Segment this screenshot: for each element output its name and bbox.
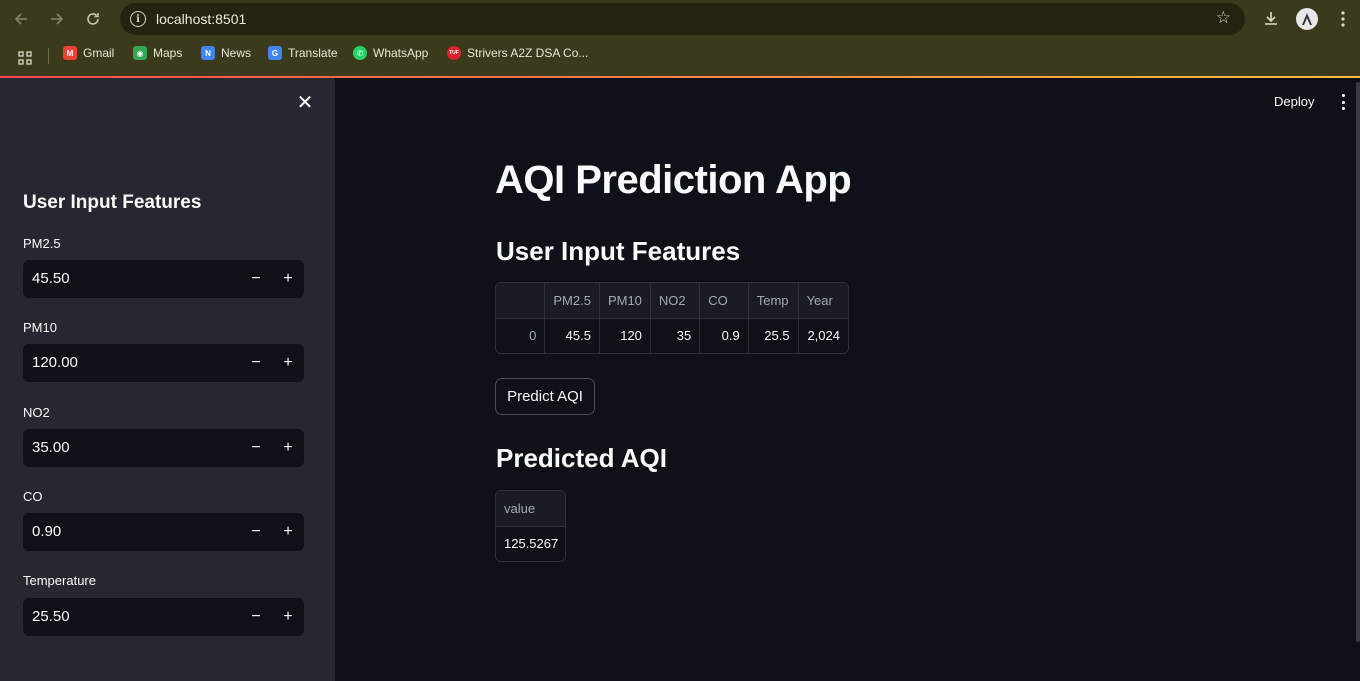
co-value[interactable]: 0.90: [32, 523, 61, 540]
main-menu-icon[interactable]: [1339, 94, 1347, 110]
table-row: 125.5267: [496, 526, 565, 561]
maps-icon: ◉: [133, 46, 147, 60]
table-row: 0 45.5 120 35 0.9 25.5 2,024: [496, 318, 848, 353]
column-header[interactable]: NO2: [650, 283, 701, 319]
no2-increment-button[interactable]: +: [274, 435, 302, 461]
row-index-cell[interactable]: 0: [496, 318, 546, 353]
gmail-icon: M: [63, 46, 77, 60]
site-info-icon[interactable]: i: [130, 11, 146, 27]
bookmark-label: News: [221, 46, 252, 60]
pm25-increment-button[interactable]: +: [274, 266, 302, 292]
pm10-increment-button[interactable]: +: [274, 350, 302, 376]
bookmark-whatsapp[interactable]: ✆ WhatsApp: [353, 46, 428, 60]
table-cell[interactable]: 0.9: [699, 318, 749, 353]
table-cell[interactable]: 2,024: [798, 318, 848, 353]
no2-number-input[interactable]: 35.00 − +: [23, 429, 304, 467]
page-title: AQI Prediction App: [495, 158, 852, 202]
column-header[interactable]: CO: [699, 283, 749, 319]
sidebar-title: User Input Features: [23, 192, 202, 213]
prediction-dataframe[interactable]: value 125.5267: [495, 490, 566, 562]
column-header[interactable]: PM2.5: [544, 283, 600, 319]
field-label-pm10: PM10: [23, 320, 57, 335]
pm25-decrement-button[interactable]: −: [242, 266, 270, 292]
predict-aqi-button[interactable]: Predict AQI: [495, 378, 595, 415]
no2-decrement-button[interactable]: −: [242, 435, 270, 461]
bookmark-strivers[interactable]: TUF Strivers A2Z DSA Co...: [447, 46, 588, 60]
bookmark-maps[interactable]: ◉ Maps: [133, 46, 182, 60]
table-cell[interactable]: 45.5: [544, 318, 600, 353]
table-cell[interactable]: 25.5: [748, 318, 799, 353]
bookmark-translate[interactable]: G Translate: [268, 46, 338, 60]
field-label-temperature: Temperature: [23, 573, 96, 588]
table-header-row: value: [496, 491, 565, 527]
pm10-decrement-button[interactable]: −: [242, 350, 270, 376]
bookmarks-bar: M Gmail ◉ Maps N News G Translate ✆ What…: [0, 42, 1360, 70]
bookmark-label: Translate: [288, 46, 338, 60]
column-header[interactable]: PM10: [599, 283, 651, 319]
back-icon[interactable]: [10, 8, 32, 30]
temperature-value[interactable]: 25.50: [32, 608, 70, 625]
temperature-decrement-button[interactable]: −: [242, 604, 270, 630]
translate-icon: G: [268, 46, 282, 60]
pm10-value[interactable]: 120.00: [32, 354, 78, 371]
column-header[interactable]: [496, 283, 546, 319]
co-number-input[interactable]: 0.90 − +: [23, 513, 304, 551]
browser-toolbar: i localhost:8501 ☆ M Gmail ◉ Maps N News: [0, 0, 1360, 78]
bookmark-label: Strivers A2Z DSA Co...: [467, 46, 589, 60]
field-label-co: CO: [23, 489, 43, 504]
table-cell[interactable]: 125.5267: [496, 526, 565, 561]
co-decrement-button[interactable]: −: [242, 519, 270, 545]
temperature-number-input[interactable]: 25.50 − +: [23, 598, 304, 636]
scrollbar[interactable]: [1356, 82, 1360, 642]
features-heading: User Input Features: [496, 236, 741, 266]
bookmark-gmail[interactable]: M Gmail: [63, 46, 114, 60]
deploy-button[interactable]: Deploy: [1274, 94, 1314, 109]
address-bar[interactable]: i localhost:8501 ☆: [120, 3, 1245, 35]
table-header-row: PM2.5 PM10 NO2 CO Temp Year: [496, 283, 848, 319]
whatsapp-icon: ✆: [353, 46, 367, 60]
co-increment-button[interactable]: +: [274, 519, 302, 545]
column-header[interactable]: Temp: [748, 283, 799, 319]
field-label-pm25: PM2.5: [23, 236, 61, 251]
reload-icon[interactable]: [82, 8, 104, 30]
tuf-icon: TUF: [447, 46, 461, 60]
field-label-no2: NO2: [23, 405, 50, 420]
bookmark-star-icon[interactable]: ☆: [1216, 8, 1231, 28]
temperature-increment-button[interactable]: +: [274, 604, 302, 630]
bookmark-label: Gmail: [83, 46, 115, 60]
column-header[interactable]: Year: [798, 283, 848, 319]
bookmark-label: Maps: [153, 46, 183, 60]
pm10-number-input[interactable]: 120.00 − +: [23, 344, 304, 382]
bookmark-label: WhatsApp: [373, 46, 429, 60]
bookmark-news[interactable]: N News: [201, 46, 251, 60]
features-dataframe[interactable]: PM2.5 PM10 NO2 CO Temp Year 0 45.5 120 3…: [495, 282, 849, 354]
table-cell[interactable]: 35: [650, 318, 701, 353]
no2-value[interactable]: 35.00: [32, 439, 70, 456]
close-sidebar-icon[interactable]: ✕: [296, 93, 314, 113]
pm25-value[interactable]: 45.50: [32, 270, 70, 287]
predicted-heading: Predicted AQI: [496, 443, 667, 473]
news-icon: N: [201, 46, 215, 60]
browser-menu-icon[interactable]: [1331, 7, 1355, 31]
forward-icon[interactable]: [46, 8, 68, 30]
pm25-number-input[interactable]: 45.50 − +: [23, 260, 304, 298]
download-icon[interactable]: [1259, 7, 1283, 31]
url-text[interactable]: localhost:8501: [156, 11, 246, 27]
table-cell[interactable]: 120: [599, 318, 651, 353]
profile-avatar[interactable]: [1295, 7, 1319, 31]
column-header[interactable]: value: [496, 491, 565, 527]
